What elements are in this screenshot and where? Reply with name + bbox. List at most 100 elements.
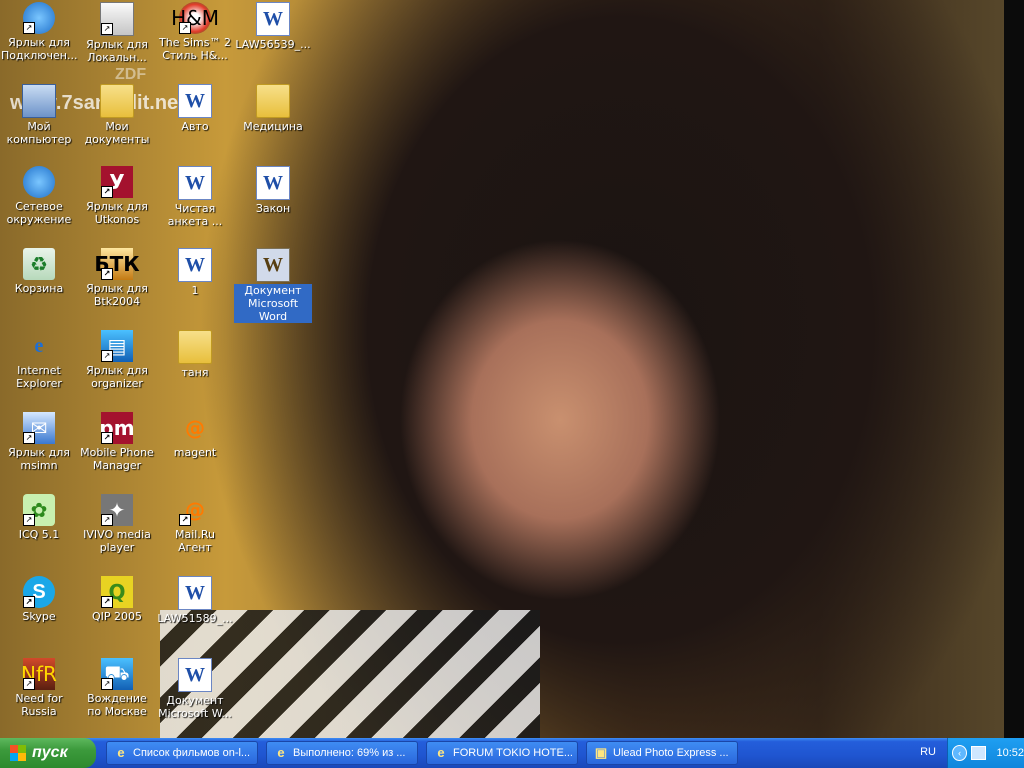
desktop-icon-mobile-phone-manager[interactable]: pm ↗ Mobile Phone Manager [78, 412, 156, 472]
desktop-icon-recycle-bin[interactable]: ♻ Корзина [0, 248, 78, 295]
desktop-icon-label: таня [181, 366, 209, 379]
show-hidden-icons-button[interactable]: ‹ [952, 745, 968, 761]
word-document-icon: W [178, 658, 212, 692]
desktop-icon-need-for-russia[interactable]: NfR ↗ Need for Russia [0, 658, 78, 718]
desktop-icon-icq[interactable]: ✿ ↗ ICQ 5.1 [0, 494, 78, 541]
btk-icon: БТК ↗ [94, 248, 140, 280]
shortcut-arrow-icon: ↗ [179, 514, 191, 526]
clock[interactable]: 10:52 [996, 747, 1024, 759]
desktop-icon-label: Медицина [243, 120, 303, 133]
desktop-icon-local-disk-shortcut[interactable]: ↗ Ярлык для Локальн... [78, 2, 156, 64]
taskbar-item-label: Ulead Photo Express ... [613, 747, 729, 759]
shortcut-arrow-icon: ↗ [101, 514, 113, 526]
shortcut-arrow-icon: ↗ [101, 432, 113, 444]
game-icon: NfR ↗ [21, 658, 57, 690]
organizer-icon: ▤ ↗ [101, 330, 133, 362]
desktop-icon-msimn[interactable]: ✉ ↗ Ярлык для msimn [0, 412, 78, 472]
desktop-icon-label: Документ Microsoft W... [158, 694, 232, 720]
desktop-icon-ivivo-media-player[interactable]: ✦ ↗ IVIVO media player [78, 494, 156, 554]
taskbar-item-film-list[interactable]: e Список фильмов on-l... [106, 741, 258, 765]
desktop-icon-label: Skype [22, 610, 56, 623]
desktop-icon-my-documents[interactable]: Мои документы [78, 84, 156, 146]
desktop-icon-label: ICQ 5.1 [18, 528, 60, 541]
wallpaper-logo: ZDF [115, 66, 147, 83]
desktop-icon-moscow-driving[interactable]: ⛟ ↗ Вождение по Москве [78, 658, 156, 718]
sims-icon: H&M ↗ [171, 2, 219, 34]
shortcut-arrow-icon: ↗ [101, 268, 113, 280]
desktop-icon-label: Ярлык для organizer [86, 364, 148, 390]
word-document-icon: W [178, 576, 212, 610]
taskbar-item-ulead[interactable]: ▣ Ulead Photo Express ... [586, 741, 738, 765]
recycle-bin-icon: ♻ [23, 248, 55, 280]
language-indicator[interactable]: RU [920, 746, 936, 758]
desktop-icon-btk2004[interactable]: БТК ↗ Ярлык для Btk2004 [78, 248, 156, 308]
network-places-icon [23, 166, 55, 198]
local-disk-icon: ↗ [100, 2, 134, 36]
taskbar-item-forum[interactable]: e FORUM TOKIO HOTE... [426, 741, 578, 765]
windows-logo-icon [10, 745, 26, 761]
desktop-icon-skype[interactable]: S ↗ Skype [0, 576, 78, 623]
system-tray: ‹ 10:52 [947, 738, 1024, 768]
taskbar-item-label: Выполнено: 69% из ... [293, 747, 406, 759]
desktop-icon-label: Mail.Ru Агент [175, 528, 215, 554]
desktop-icon-law56539[interactable]: W LAW56539_... [234, 2, 312, 51]
desktop-icon-magent[interactable]: @ magent [156, 412, 234, 459]
desktop-icon-word-doc-2[interactable]: W Документ Microsoft W... [156, 658, 234, 720]
shortcut-arrow-icon: ↗ [23, 22, 35, 34]
desktop-icon-organizer[interactable]: ▤ ↗ Ярлык для organizer [78, 330, 156, 390]
taskbar: пуск e Список фильмов on-l... e Выполнен… [0, 738, 1024, 768]
desktop-icon-tanya-folder[interactable]: таня [156, 330, 234, 379]
desktop-icon-qip[interactable]: Q ↗ QIP 2005 [78, 576, 156, 623]
desktop-icon-clean-form[interactable]: W Чистая анкета ... [156, 166, 234, 228]
folder-icon [256, 84, 290, 118]
start-button[interactable]: пуск [0, 738, 96, 768]
desktop[interactable]: www.7sangulit.net ZDF ↗ Ярлык для Подклю… [0, 0, 1024, 738]
desktop-icon-label: Ярлык для Подключен... [1, 36, 78, 62]
shortcut-arrow-icon: ↗ [23, 678, 35, 690]
word-document-icon: W [178, 248, 212, 282]
word-document-icon: W [178, 84, 212, 118]
shortcut-arrow-icon: ↗ [23, 596, 35, 608]
desktop-icon-label: Ярлык для Btk2004 [86, 282, 148, 308]
word-document-icon: W [256, 2, 290, 36]
outlook-express-icon: ✉ ↗ [23, 412, 55, 444]
desktop-icon-network-places[interactable]: Сетевое окружение [0, 166, 78, 226]
phone-manager-icon: pm ↗ [99, 412, 135, 444]
taskbar-item-download-progress[interactable]: e Выполнено: 69% из ... [266, 741, 418, 765]
desktop-icon-avto[interactable]: W Авто [156, 84, 234, 133]
my-documents-icon [100, 84, 134, 118]
shortcut-arrow-icon: ↗ [179, 22, 191, 34]
network-status-icon[interactable] [971, 746, 987, 760]
qip-icon: Q ↗ [101, 576, 133, 608]
desktop-icon-label: Документ Microsoft Word [234, 284, 312, 323]
desktop-icon-mailru-agent[interactable]: @ ↗ Mail.Ru Агент [156, 494, 234, 554]
desktop-icon-label: Корзина [14, 282, 64, 295]
desktop-icon-sims2[interactable]: H&M ↗ The Sims™ 2 Стиль H&... [156, 2, 234, 62]
desktop-icon-label: Авто [181, 120, 209, 133]
desktop-icon-label: 1 [191, 284, 199, 297]
desktop-icon-medicine-folder[interactable]: Медицина [234, 84, 312, 133]
word-document-icon: W [256, 248, 290, 282]
shortcut-arrow-icon: ↗ [101, 678, 113, 690]
desktop-icon-word-doc-selected[interactable]: W Документ Microsoft Word [234, 248, 312, 323]
wallpaper-edge [1004, 0, 1024, 738]
shortcut-arrow-icon: ↗ [101, 186, 113, 198]
photo-express-icon: ▣ [594, 745, 608, 760]
desktop-icon-label: LAW56539_... [235, 38, 311, 51]
desktop-icon-label: Need for Russia [15, 692, 63, 718]
mail-agent-icon: @ ↗ [179, 494, 211, 526]
desktop-icon-internet-explorer[interactable]: e Internet Explorer [0, 330, 78, 391]
desktop-icon-law[interactable]: W Закон [234, 166, 312, 215]
desktop-icon-connection-shortcut[interactable]: ↗ Ярлык для Подключен... [0, 2, 78, 62]
desktop-icon-utkonos[interactable]: У ↗ Ярлык для Utkonos [78, 166, 156, 226]
desktop-icon-label: Вождение по Москве [87, 692, 147, 718]
icq-icon: ✿ ↗ [23, 494, 55, 526]
mail-agent-icon: @ [185, 416, 205, 440]
desktop-icon-law51589[interactable]: W LAW51589_... [156, 576, 234, 625]
desktop-icon-my-computer[interactable]: Мой компьютер [0, 84, 78, 146]
desktop-icon-doc-1[interactable]: W 1 [156, 248, 234, 297]
shortcut-arrow-icon: ↗ [23, 432, 35, 444]
start-button-label: пуск [32, 744, 68, 761]
desktop-icon-label: The Sims™ 2 Стиль H&... [159, 36, 231, 62]
word-document-icon: W [256, 166, 290, 200]
